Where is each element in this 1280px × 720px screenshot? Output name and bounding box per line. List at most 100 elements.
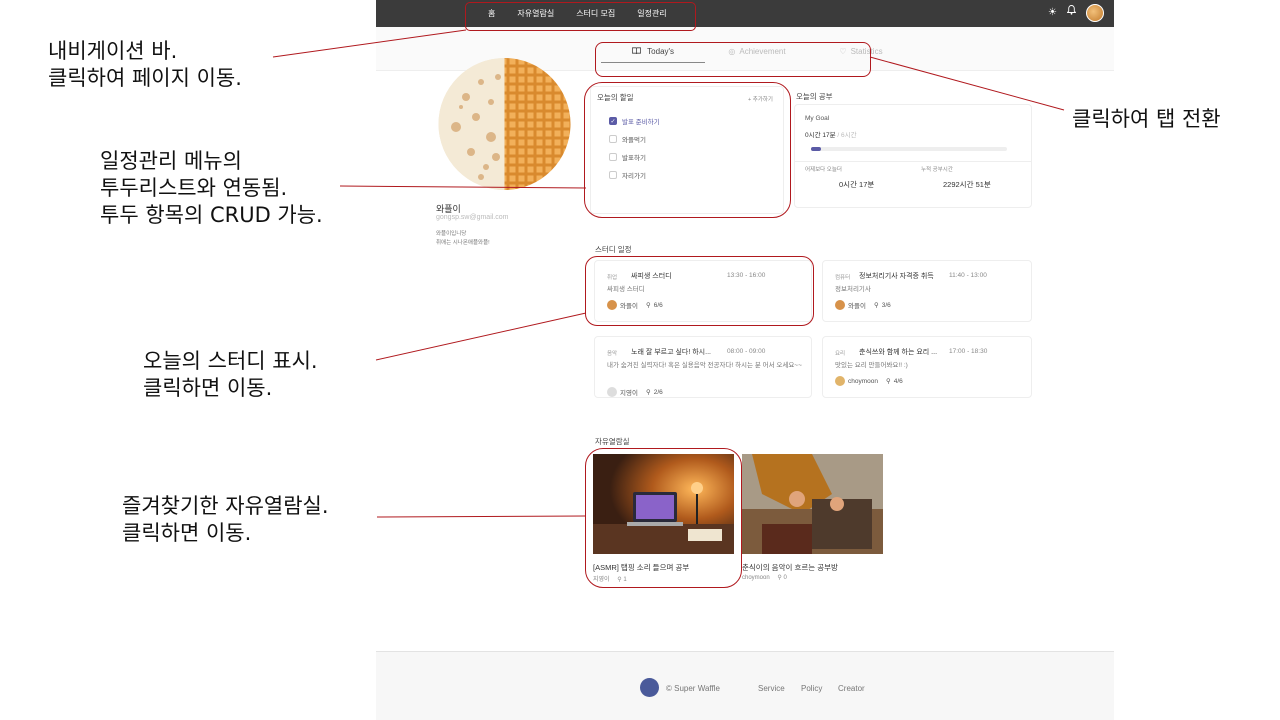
book-icon: [632, 47, 643, 56]
user-avatar[interactable]: [1086, 4, 1104, 22]
study-host-name: 지영이: [620, 390, 638, 397]
footer-link-creator[interactable]: Creator: [838, 684, 865, 693]
study-description: 싸피생 스터디: [607, 286, 645, 293]
footer-copyright: © Super Waffle: [666, 684, 720, 693]
study-member-count: 3/6: [881, 301, 891, 309]
nav-reading-room[interactable]: 자유열람실: [517, 8, 554, 19]
profile-bio-line: 취애는 시나몬애플와플!: [436, 240, 490, 246]
study-host-name: 와플이: [620, 303, 638, 310]
study-name: 싸피생 스터디: [631, 273, 672, 280]
checkbox-checked-icon[interactable]: ✓: [609, 117, 617, 125]
nav-home[interactable]: 홈: [488, 8, 495, 19]
study-host: 지영이 ⚲ 2/6: [607, 387, 663, 397]
study-card[interactable]: 요리 춘식쓰와 함께 하는 요리 ... 17:00 - 18:30 맛있는 요…: [822, 336, 1032, 398]
footer: © Super Waffle Service Policy Creator: [376, 651, 1114, 720]
annotation-line: 클릭하여 페이지 이동.: [48, 66, 242, 90]
todo-add-button[interactable]: + 추가하기: [748, 95, 773, 103]
annotation-line: 오늘의 스터디 표시.: [143, 349, 318, 373]
bell-icon[interactable]: [1066, 4, 1077, 22]
todo-item-label: 발표 준비하기: [622, 119, 660, 126]
study-category: 컴퓨터: [835, 275, 851, 281]
study-category: 요리: [835, 351, 846, 357]
goal-progress-fill: [811, 147, 821, 151]
study-description: 내가 숨겨진 실력자다! 혹은 실용음악 전공자다! 하시는 분 어서 오세요~…: [607, 362, 802, 369]
room-count: 0: [783, 575, 787, 581]
people-icon: ⚲: [777, 575, 782, 581]
tab-annotation: 클릭하여 탭 전환: [1072, 106, 1221, 133]
room-owner: 지영이: [593, 577, 610, 583]
todo-item[interactable]: 와플먹기: [609, 134, 646, 144]
people-icon: ⚲: [617, 577, 622, 583]
study-host-name: 와플이: [848, 303, 866, 310]
waffle-logo-icon: [640, 678, 659, 697]
annotation-line: 클릭하여 탭 전환: [1072, 107, 1221, 131]
study-time: 08:00 - 09:00: [727, 348, 766, 355]
room-thumbnail[interactable]: [593, 454, 734, 554]
study-member-count: 4/6: [893, 377, 903, 385]
todo-item[interactable]: ✓ 발표 준비하기: [609, 116, 660, 126]
checkbox-icon[interactable]: [609, 135, 617, 143]
tab-achievement[interactable]: ◎ Achievement: [705, 47, 809, 63]
people-icon: ⚲: [886, 378, 891, 385]
dashboard-tabs: Today's ◎ Achievement ♡ Statistics: [601, 47, 913, 63]
room-owner: choymoon: [742, 575, 770, 581]
todo-title: 오늘의 할일: [597, 93, 634, 102]
yesterday-value: 0시간 17분: [839, 180, 875, 189]
study-description: 정보처리기사: [835, 286, 871, 293]
nav-links: 홈 자유열람실 스터디 모집 일정관리: [488, 0, 689, 27]
tab-statistics-label: Statistics: [850, 47, 883, 56]
footer-link-service[interactable]: Service: [758, 684, 785, 693]
tab-todays-label: Today's: [647, 47, 675, 56]
people-icon: ⚲: [645, 302, 651, 309]
annotation-line: 투두 항목의 CRUD 가능.: [100, 203, 323, 227]
study-card[interactable]: 취업 싸피생 스터디 13:30 - 16:00 싸피생 스터디 와플이 ⚲ 6…: [594, 260, 812, 322]
tab-achievement-label: Achievement: [739, 47, 786, 56]
tab-statistics[interactable]: ♡ Statistics: [809, 47, 913, 63]
room-meta: choymoon ⚲ 0: [742, 574, 787, 581]
page: 홈 자유열람실 스터디 모집 일정관리 ☀ Today's ◎ Achievem…: [0, 0, 1280, 720]
footer-link-policy[interactable]: Policy: [801, 684, 822, 693]
room-title[interactable]: 춘식이의 음악이 흐르는 공부방: [742, 562, 838, 573]
target-icon: ◎: [728, 47, 736, 56]
checkbox-icon[interactable]: [609, 171, 617, 179]
todo-item-label: 자리가기: [622, 173, 646, 180]
annotation-line: 클릭하면 이동.: [122, 521, 252, 545]
todo-item-label: 와플먹기: [622, 137, 646, 144]
avatar: [607, 300, 617, 310]
study-card[interactable]: 컴퓨터 정보처리기사 자격증 취득 11:40 - 13:00 정보처리기사 와…: [822, 260, 1032, 322]
schedule-title: 스터디 일정: [595, 245, 632, 254]
checkbox-icon[interactable]: [609, 153, 617, 161]
profile-bio: 와플이입니당 취애는 시나몬애플와플!: [436, 230, 490, 248]
study-host-name: choymoon: [848, 377, 878, 385]
avatar: [835, 300, 845, 310]
room-thumbnail[interactable]: [742, 454, 883, 554]
todo-item[interactable]: 발표하기: [609, 152, 646, 162]
todo-card: 오늘의 할일 + 추가하기 ✓ 발표 준비하기 와플먹기 발표하기 자리가기: [590, 86, 784, 214]
nav-schedule[interactable]: 일정관리: [637, 8, 666, 19]
tab-todays[interactable]: Today's: [601, 47, 705, 63]
study-name: 정보처리기사 자격증 취득: [859, 273, 934, 280]
study-annotation: 오늘의 스터디 표시. 클릭하면 이동.: [143, 348, 318, 402]
annotation-line: 투두리스트와 연동됨.: [100, 176, 288, 200]
todo-annotation: 일정관리 메뉴의 투두리스트와 연동됨. 투두 항목의 CRUD 가능.: [100, 148, 323, 229]
profile-bio-line: 와플이입니당: [436, 231, 467, 237]
study-category: 취업: [607, 275, 618, 281]
goal-target: / 6시간: [837, 132, 857, 139]
annotation-line: 클릭하면 이동.: [143, 376, 273, 400]
nav-study-recruit[interactable]: 스터디 모집: [576, 8, 615, 19]
study-description: 맛있는 요리 만들어봐요!! :): [835, 362, 908, 369]
people-icon: ⚲: [645, 389, 651, 396]
divider: [795, 161, 1031, 162]
study-card[interactable]: 음악 노래 잘 부르고 싶다! 하시... 08:00 - 09:00 내가 숨…: [594, 336, 812, 398]
annotation-line: 내비게이션 바.: [48, 39, 178, 63]
profile-email: gongsp.sw@gmail.com: [436, 214, 509, 221]
study-time: 13:30 - 16:00: [727, 272, 766, 279]
top-navigation-bar: 홈 자유열람실 스터디 모집 일정관리 ☀: [376, 0, 1114, 27]
study-member-count: 6/6: [653, 301, 663, 309]
todo-item[interactable]: 자리가기: [609, 170, 646, 180]
sun-icon[interactable]: ☀: [1048, 4, 1057, 22]
room-count: 1: [623, 577, 627, 583]
room-title[interactable]: [ASMR] 탭핑 소리 들으며 공부: [593, 562, 689, 573]
room-annotation: 즐겨찾기한 자유열람실. 클릭하면 이동.: [122, 493, 329, 547]
total-value: 2292시간 51분: [943, 180, 991, 189]
